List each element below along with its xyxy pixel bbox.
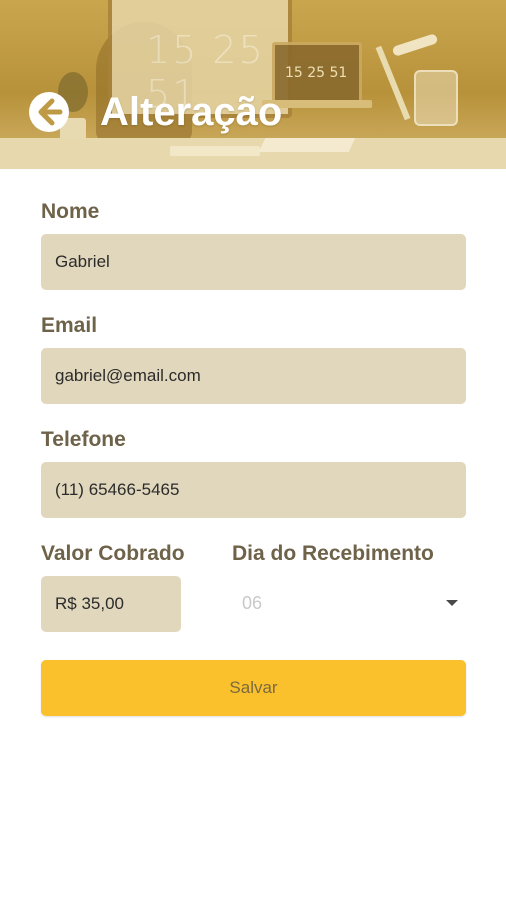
amount-field[interactable] xyxy=(41,576,181,632)
header: 15 25 51 15 25 51 Alteração xyxy=(0,0,506,169)
photo-jar xyxy=(414,70,458,126)
photo-laptop: 15 25 51 xyxy=(272,42,362,106)
phone-label: Telefone xyxy=(41,428,126,451)
name-field[interactable] xyxy=(41,234,466,290)
chevron-down-icon xyxy=(446,600,458,606)
back-button[interactable] xyxy=(29,92,69,132)
header-background-photo: 15 25 51 15 25 51 xyxy=(0,0,506,169)
name-input[interactable] xyxy=(55,252,452,272)
save-button[interactable]: Salvar xyxy=(41,660,466,716)
payment-day-label: Dia do Recebimento xyxy=(232,542,434,565)
amount-label: Valor Cobrado xyxy=(41,542,185,565)
amount-input[interactable] xyxy=(55,594,167,614)
page-title: Alteração xyxy=(100,90,283,134)
photo-laptop-clock: 15 25 51 xyxy=(285,65,348,81)
email-label: Email xyxy=(41,314,98,337)
photo-paper xyxy=(258,138,356,152)
phone-field[interactable] xyxy=(41,462,466,518)
photo-lamp-arm xyxy=(375,45,411,121)
phone-input[interactable] xyxy=(55,480,452,500)
photo-keyboard xyxy=(170,146,260,156)
payment-day-select[interactable]: 06 xyxy=(232,576,466,630)
email-input[interactable] xyxy=(55,366,452,386)
photo-lamp-head xyxy=(391,33,439,57)
name-label: Nome xyxy=(41,200,100,223)
edit-client-screen: 15 25 51 15 25 51 Alteração Nome Gabriel… xyxy=(0,0,506,900)
arrow-left-circle-icon xyxy=(38,98,63,126)
email-field[interactable] xyxy=(41,348,466,404)
payment-day-value: 06 xyxy=(242,592,263,613)
